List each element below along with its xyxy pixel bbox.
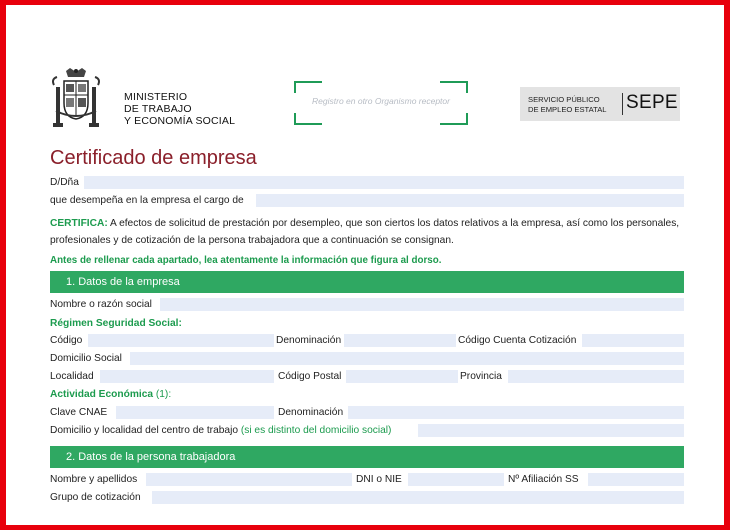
dna-field[interactable]: [84, 176, 684, 189]
certifica-line-1: CERTIFICA: A efectos de solicitud de pre…: [50, 218, 679, 229]
codigo-postal-label: Código Postal: [278, 371, 342, 382]
ministry-line-2: DE TRABAJO: [124, 103, 192, 115]
codigo-postal-field[interactable]: [346, 370, 458, 383]
coat-of-arms-icon: [52, 68, 100, 127]
regimen-label: Régimen Seguridad Social:: [50, 318, 182, 329]
section-1-header: 1. Datos de la empresa: [50, 271, 684, 293]
grupo-cotizacion-label: Grupo de cotización: [50, 492, 141, 503]
cargo-field[interactable]: [256, 194, 684, 207]
centro-trabajo-field[interactable]: [418, 424, 684, 437]
stamp-placeholder-text: Registro en otro Organismo receptor: [312, 96, 450, 106]
afiliacion-label: Nº Afiliación SS: [508, 474, 579, 485]
centro-label-text: Domicilio y localidad del centro de trab…: [50, 425, 239, 436]
stamp-corner: [294, 81, 322, 93]
page-title: Certificado de empresa: [50, 147, 257, 169]
nombre-apellidos-field[interactable]: [146, 473, 352, 486]
stamp-corner: [440, 81, 468, 93]
domicilio-social-label: Domicilio Social: [50, 353, 122, 364]
instructions-warning: Antes de rellenar cada apartado, lea ate…: [50, 255, 442, 266]
actividad-economica-label: Actividad Económica (1):: [50, 389, 171, 400]
registration-stamp-box: Registro en otro Organismo receptor: [294, 81, 468, 125]
ministry-logo: MINISTERIO DE TRABAJO Y ECONOMÍA SOCIAL: [50, 67, 250, 137]
sepe-wordmark: SEPE: [626, 92, 678, 113]
nombre-razon-field[interactable]: [160, 298, 684, 311]
certifica-label: CERTIFICA:: [50, 218, 108, 229]
dna-label: D/Dña: [50, 177, 79, 188]
actividad-note: (1):: [153, 389, 172, 400]
ccc-label: Código Cuenta Cotización: [458, 335, 577, 346]
certifica-line-2: profesionales y de cotización de la pers…: [50, 235, 454, 246]
sepe-logo: SERVICIO PÚBLICO DE EMPLEO ESTATAL SEPE: [520, 87, 680, 121]
dni-nie-label: DNI o NIE: [356, 474, 402, 485]
certificate-page: MINISTERIO DE TRABAJO Y ECONOMÍA SOCIAL …: [6, 5, 724, 525]
centro-note: (si es distinto del domicilio social): [238, 425, 392, 436]
stamp-corner: [440, 113, 468, 125]
cnae-label: Clave CNAE: [50, 407, 108, 418]
denominacion-cnae-label: Denominación: [278, 407, 344, 418]
denominacion-cnae-field[interactable]: [348, 406, 684, 419]
provincia-label: Provincia: [460, 371, 502, 382]
dni-nie-field[interactable]: [408, 473, 504, 486]
centro-trabajo-label: Domicilio y localidad del centro de trab…: [50, 425, 391, 436]
sepe-subtitle-line-1: SERVICIO PÚBLICO: [528, 95, 600, 104]
sepe-divider: [622, 93, 623, 115]
actividad-label-text: Actividad Económica: [50, 389, 154, 400]
provincia-field[interactable]: [508, 370, 684, 383]
denominacion-field[interactable]: [344, 334, 456, 347]
codigo-label: Código: [50, 335, 83, 346]
section-2-header: 2. Datos de la persona trabajadora: [50, 446, 684, 468]
certifica-text: A efectos de solicitud de prestación por…: [107, 218, 680, 229]
ministry-name: MINISTERIO DE TRABAJO Y ECONOMÍA SOCIAL: [124, 91, 235, 127]
codigo-field[interactable]: [88, 334, 274, 347]
cnae-field[interactable]: [116, 406, 274, 419]
afiliacion-field[interactable]: [588, 473, 684, 486]
sepe-subtitle-line-2: DE EMPLEO ESTATAL: [528, 105, 607, 114]
denominacion-label: Denominación: [276, 335, 342, 346]
grupo-cotizacion-field[interactable]: [152, 491, 684, 504]
ministry-line-1: MINISTERIO: [124, 91, 188, 103]
stamp-corner: [294, 113, 322, 125]
cargo-label: que desempeña en la empresa el cargo de: [50, 195, 244, 206]
sepe-subtitle: SERVICIO PÚBLICO DE EMPLEO ESTATAL: [528, 95, 607, 115]
ccc-field[interactable]: [582, 334, 684, 347]
nombre-razon-label: Nombre o razón social: [50, 299, 152, 310]
localidad-label: Localidad: [50, 371, 94, 382]
ministry-line-3: Y ECONOMÍA SOCIAL: [124, 115, 236, 127]
localidad-field[interactable]: [100, 370, 274, 383]
nombre-apellidos-label: Nombre y apellidos: [50, 474, 138, 485]
domicilio-social-field[interactable]: [130, 352, 684, 365]
